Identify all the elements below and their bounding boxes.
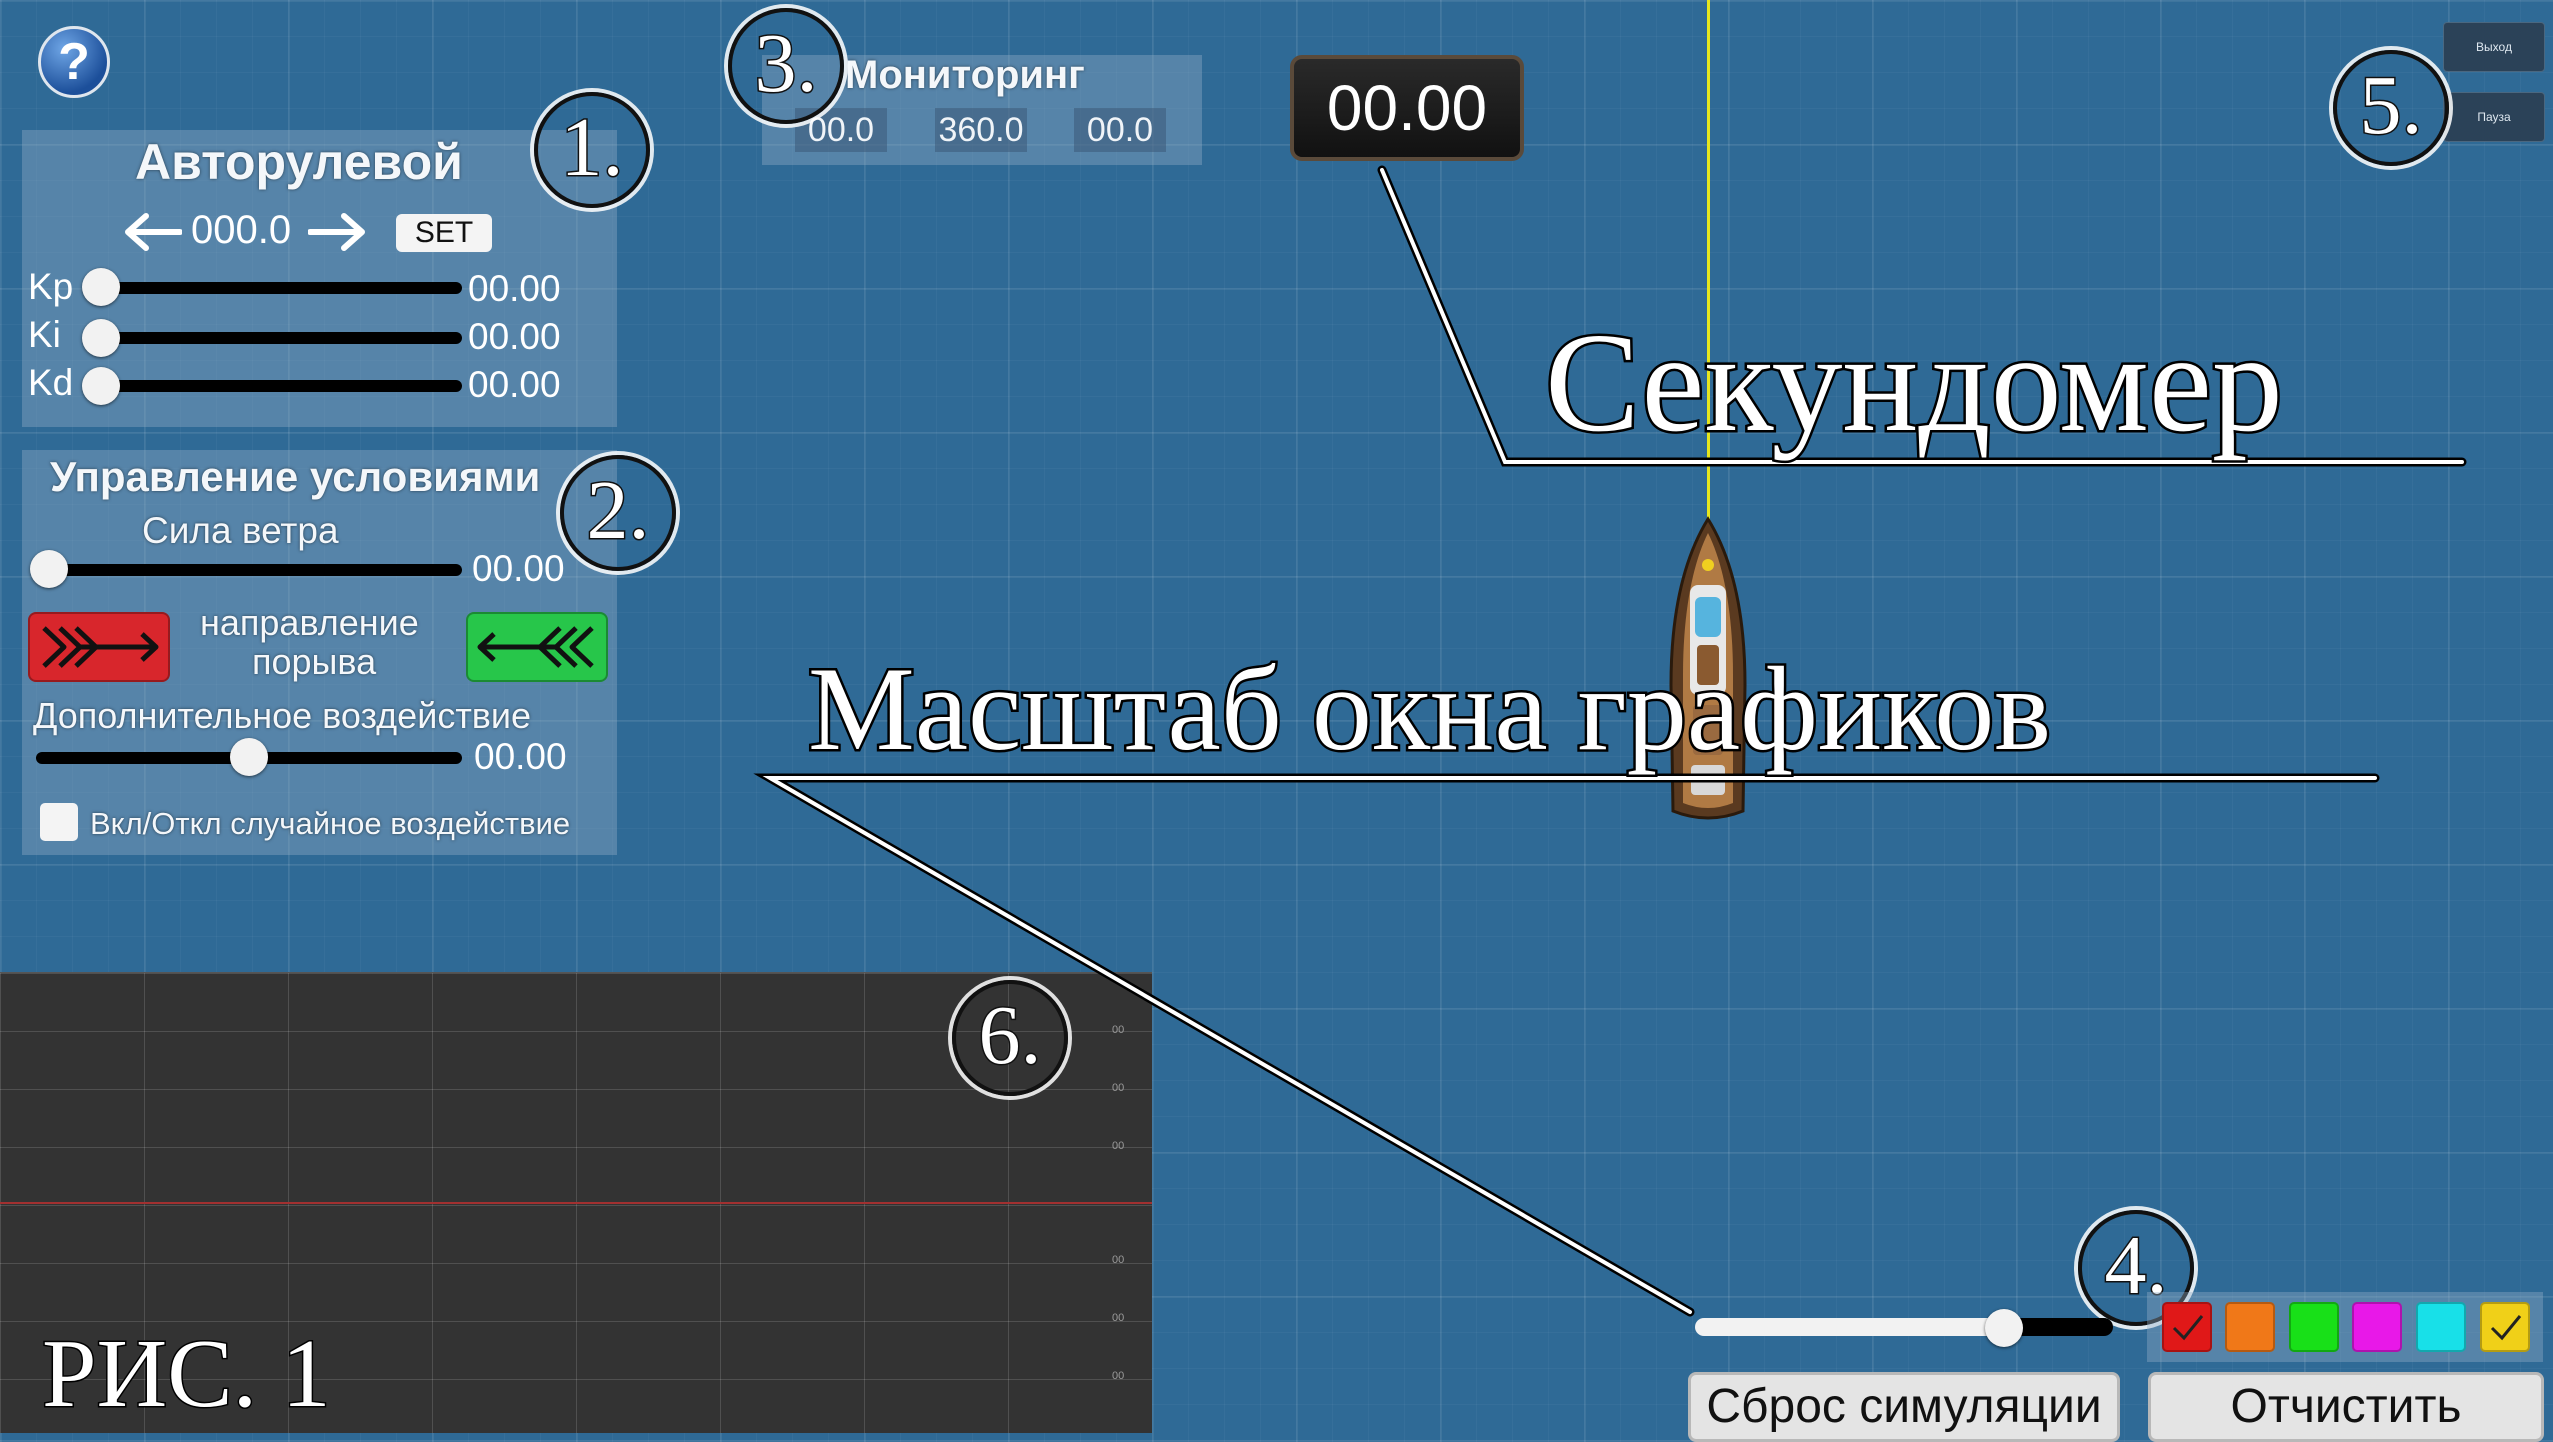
color-green[interactable] [2289,1302,2339,1352]
scale-annotation: Масштаб окна графиков [806,640,2054,778]
scale-slider[interactable] [1695,1309,2113,1347]
stopwatch-annotation: Секундомер [1543,301,2286,464]
figure-label: РИС. 1 [41,1319,333,1430]
color-cyan[interactable] [2416,1302,2466,1352]
scale-knob[interactable] [1985,1309,2023,1347]
color-magenta[interactable] [2352,1302,2402,1352]
scale-track-filled [1695,1318,2005,1336]
color-orange[interactable] [2225,1302,2275,1352]
check-icon [2490,1315,2522,1341]
check-icon [2172,1315,2204,1341]
color-yellow[interactable] [2480,1302,2530,1352]
color-red[interactable] [2162,1302,2212,1352]
